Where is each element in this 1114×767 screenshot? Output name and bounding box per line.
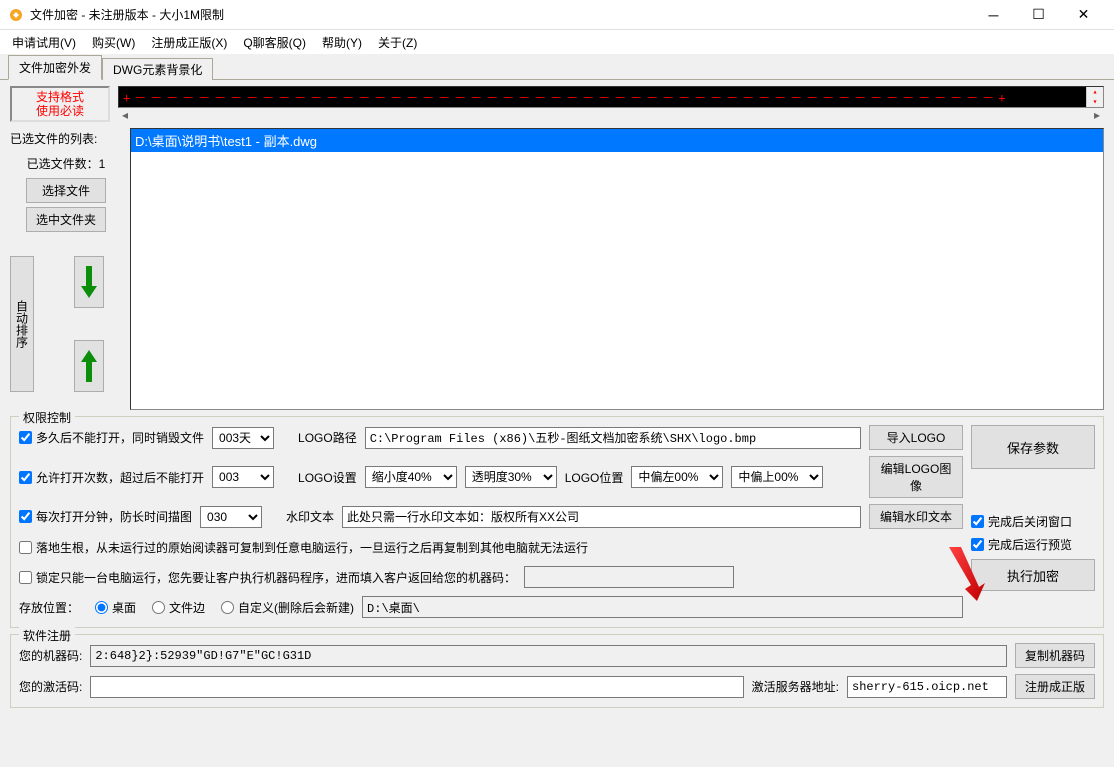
execute-encrypt-button[interactable]: 执行加密 [971,559,1095,591]
lock-checkbox[interactable] [19,571,32,584]
root-checkbox-label[interactable]: 落地生根，从未运行过的原始阅读器可复制到任意电脑运行，一旦运行之后再复制到其他电… [19,539,588,556]
minutes-checkbox-label[interactable]: 每次打开分钟，防长时间描图 [19,508,192,525]
arrow-up-icon [80,348,98,384]
register-button[interactable]: 注册成正版 [1015,674,1095,699]
move-down-button[interactable] [74,256,104,308]
close-after-checkbox[interactable] [971,515,984,528]
menu-help[interactable]: 帮助(Y) [314,31,370,54]
window-title: 文件加密 - 未注册版本 - 大小1M限制 [30,6,971,23]
copy-machine-button[interactable]: 复制机器码 [1015,643,1095,668]
preview-after-checkbox[interactable] [971,538,984,551]
radio-fileside[interactable] [152,601,165,614]
logo-path-label: LOGO路径 [298,429,357,446]
radio-desktop-label[interactable]: 桌面 [87,599,136,616]
menu-qservice[interactable]: Q聊客服(Q) [235,31,314,54]
tabs-bar: 文件加密外发 DWG元素背景化 [0,56,1114,80]
opencount-combo[interactable]: 003 [212,466,274,488]
import-logo-button[interactable]: 导入LOGO [869,425,963,450]
server-input[interactable] [847,676,1007,698]
save-path-input [362,596,963,618]
lock-machine-input [524,566,734,588]
register-group: 软件注册 您的机器码: 复制机器码 您的激活码: 激活服务器地址: 注册成正版 [10,634,1104,708]
radio-fileside-label[interactable]: 文件边 [144,599,205,616]
scale-combo[interactable]: 缩小度40% [365,466,457,488]
banner-hscroll[interactable]: ◂▸ [118,108,1104,122]
menubar: 申请试用(V) 购买(W) 注册成正版(X) Q聊客服(Q) 帮助(Y) 关于(… [0,30,1114,54]
tab-dwg-bg[interactable]: DWG元素背景化 [102,58,213,80]
permission-group: 权限控制 多久后不能打开，同时销毁文件 003天 LOGO路径 导入LOGO [10,416,1104,628]
days-checkbox-label[interactable]: 多久后不能打开，同时销毁文件 [19,429,204,446]
activate-code-input[interactable] [90,676,743,698]
logo-set-label: LOGO设置 [298,469,357,486]
server-label: 激活服务器地址: [752,678,839,695]
menu-about[interactable]: 关于(Z) [370,31,425,54]
auto-sort-button[interactable]: 自动排序 [10,256,34,392]
close-after-checkbox-label[interactable]: 完成后关闭窗口 [971,513,1095,530]
preview-after-checkbox-label[interactable]: 完成后运行预览 [971,536,1095,553]
activate-code-label: 您的激活码: [19,678,82,695]
titlebar: 文件加密 - 未注册版本 - 大小1M限制 ─ ☐ ✕ [0,0,1114,30]
machine-code-label: 您的机器码: [19,647,82,664]
minutes-combo[interactable]: 030 [200,506,262,528]
support-line2: 使用必读 [36,104,84,118]
close-button[interactable]: ✕ [1061,0,1106,30]
lock-checkbox-label[interactable]: 锁定只能一台电脑运行，您先要让客户执行机器码程序，进而填入客户返回给您的机器码： [19,569,516,586]
maximize-button[interactable]: ☐ [1016,0,1061,30]
banner-text: +－－－－－－－－－－－－－－－－－－－－－－－－－－－－－－－－－－－－－－－… [119,89,1013,106]
file-list[interactable]: D:\桌面\说明书\test1 - 副本.dwg [130,128,1104,410]
days-combo[interactable]: 003天 [212,427,274,449]
offset-up-combo[interactable]: 中偏上00% [731,466,823,488]
select-file-button[interactable]: 选择文件 [26,178,106,203]
save-loc-label: 存放位置： [19,599,79,616]
arrow-down-icon [80,264,98,300]
opencount-checkbox[interactable] [19,471,32,484]
radio-custom[interactable] [221,601,234,614]
opencount-checkbox-label[interactable]: 允许打开次数，超过后不能打开 [19,469,204,486]
menu-buy[interactable]: 购买(W) [84,31,143,54]
move-up-button[interactable] [74,340,104,392]
logo-path-input[interactable] [365,427,861,449]
minutes-checkbox[interactable] [19,510,32,523]
tab-encrypt[interactable]: 文件加密外发 [8,55,102,80]
filecount-label: 已选文件数：1 [10,153,122,174]
radio-desktop[interactable] [95,601,108,614]
root-checkbox[interactable] [19,541,32,554]
supported-formats-button[interactable]: 支持格式 使用必读 [10,86,110,122]
support-line1: 支持格式 [36,90,84,104]
marquee-banner: +－－－－－－－－－－－－－－－－－－－－－－－－－－－－－－－－－－－－－－－… [118,86,1104,108]
filelist-label: 已选文件的列表: [10,128,122,149]
radio-custom-label[interactable]: 自定义(删除后会新建) [213,599,354,616]
watermark-label: 水印文本 [286,508,334,525]
permission-legend: 权限控制 [19,409,75,426]
minimize-button[interactable]: ─ [971,0,1016,30]
offset-left-combo[interactable]: 中偏左00% [631,466,723,488]
days-checkbox[interactable] [19,431,32,444]
menu-apply[interactable]: 申请试用(V) [4,31,84,54]
watermark-input[interactable] [342,506,861,528]
edit-watermark-button[interactable]: 编辑水印文本 [869,504,963,529]
edit-logo-button[interactable]: 编辑LOGO图像 [869,456,963,498]
trans-combo[interactable]: 透明度30% [465,466,557,488]
app-icon [8,7,24,23]
machine-code-input [90,645,1007,667]
banner-vscroll[interactable]: ▴ ▾ [1086,87,1103,107]
logo-pos-label: LOGO位置 [565,469,624,486]
menu-register[interactable]: 注册成正版(X) [143,31,235,54]
file-item[interactable]: D:\桌面\说明书\test1 - 副本.dwg [131,129,1103,152]
register-legend: 软件注册 [19,627,75,644]
save-params-button[interactable]: 保存参数 [971,425,1095,469]
select-folder-button[interactable]: 选中文件夹 [26,207,106,232]
